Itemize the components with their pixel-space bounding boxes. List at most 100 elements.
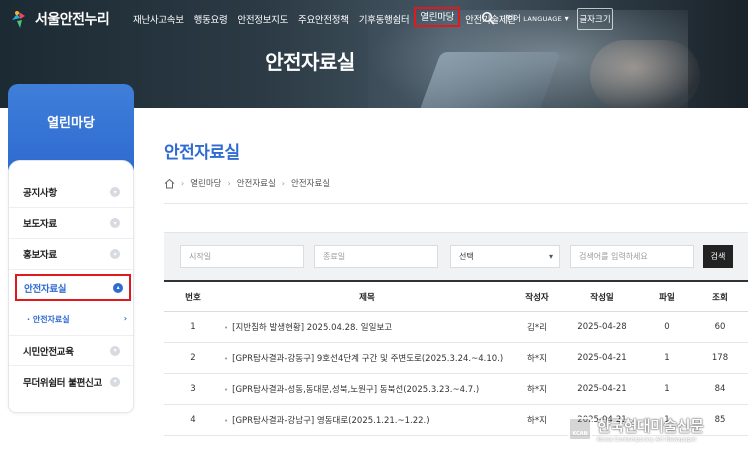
sidebar-menu: 공지사항 ▾ 보도자료 ▾ 홍보자료 ▾ 안전자료실 ▴ · 안전자료실 › 시… <box>8 160 134 413</box>
row-no: 2 <box>190 353 196 363</box>
search-filter-bar: 시작일 종료일 선택 ▾ 검색어를 입력하세요 검색 <box>164 232 748 280</box>
breadcrumb: › 열린마당 › 안전자료실 › 안전자료실 <box>164 177 330 189</box>
start-date-input[interactable]: 시작일 <box>180 245 304 268</box>
breadcrumb-item-current: 안전자료실 <box>291 179 331 189</box>
sidebar-subitem-label: · 안전자료실 <box>27 315 70 324</box>
sidebar-item-notices[interactable]: 공지사항 ▾ <box>9 177 133 208</box>
header-author: 작성자 <box>525 292 549 303</box>
header-views: 조회 <box>712 292 728 303</box>
watermark-text: 한국현대미술신문 Korea Contemporary Art Newspape… <box>597 415 704 443</box>
row-views: 60 <box>714 322 726 332</box>
row-author: 하*지 <box>527 354 547 364</box>
row-author: 김*리 <box>527 323 547 333</box>
language-selector[interactable]: 언어 LANGUAGE ▾ <box>506 13 569 24</box>
row-title: [지반침하 발생현황] 2025.04.28. 일일보고 <box>232 323 393 333</box>
sidebar-item-promotion[interactable]: 홍보자료 ▾ <box>9 239 133 270</box>
logo-text: 서울안전누리 <box>35 12 110 28</box>
sidebar-item-heat-shelter-report[interactable]: 무더위쉼터 불편신고 ▾ <box>9 366 133 397</box>
site-logo[interactable]: 서울안전누리 <box>8 8 110 30</box>
chevron-down-icon: ▾ <box>110 218 120 228</box>
sidebar-item-press[interactable]: 보도자료 ▾ <box>9 208 133 239</box>
nav-item-disaster-news[interactable]: 재난사고속보 <box>128 10 189 28</box>
chevron-down-icon: ▾ <box>110 376 120 387</box>
nav-item-climate-shelter[interactable]: 기후동행쉼터 <box>354 10 415 28</box>
bullet-icon: • <box>224 417 229 425</box>
watermark-korean: 한국현대미술신문 <box>597 417 704 435</box>
breadcrumb-separator: › <box>281 178 285 188</box>
nav-item-open-forum[interactable]: 열린마당 <box>414 7 461 27</box>
watermark-english: Korea Contemporary Art Newspaper <box>597 437 697 443</box>
end-date-input[interactable]: 종료일 <box>314 245 438 268</box>
row-title: [GPR탐사결과-성동,동대문,성북,노원구] 동북선(2025.3.23.~4… <box>232 385 480 395</box>
sidebar-item-label: 안전자료실 <box>24 283 67 295</box>
newspaper-watermark: KCAN 한국현대미술신문 Korea Contemporary Art New… <box>568 408 746 450</box>
row-title-link[interactable]: • [지반침하 발생현황] 2025.04.28. 일일보고 <box>222 321 512 333</box>
row-views: 178 <box>711 353 729 363</box>
row-no: 1 <box>190 322 196 332</box>
search-button[interactable]: 검색 <box>703 245 733 268</box>
keyword-search-input[interactable]: 검색어를 입력하세요 <box>570 245 694 268</box>
category-select-value: 선택 <box>459 252 474 261</box>
row-no: 4 <box>190 415 196 425</box>
header-no: 번호 <box>185 292 201 303</box>
nav-item-policies[interactable]: 주요안전정책 <box>293 10 354 28</box>
category-select[interactable]: 선택 ▾ <box>450 245 560 268</box>
row-no: 3 <box>190 384 196 394</box>
row-title-link[interactable]: • [GPR탐사결과-강동구] 9호선4단계 구간 및 주변도로(2025.3.2… <box>222 352 512 364</box>
breadcrumb-item[interactable]: 안전자료실 <box>237 177 276 189</box>
chevron-up-icon: ▴ <box>113 282 123 293</box>
row-title: [GPR탐사결과-강동구] 9호선4단계 구간 및 주변도로(2025.3.24… <box>232 354 504 364</box>
breadcrumb-item[interactable]: 열린마당 <box>190 177 221 189</box>
breadcrumb-separator: › <box>181 178 185 188</box>
nav-item-safety-map[interactable]: 안전정보지도 <box>232 10 293 28</box>
row-title: [GPR탐사결과-강남구] 영동대로(2025.1.21.~1.22.) <box>232 416 430 426</box>
bullet-icon: • <box>224 324 229 332</box>
divider <box>164 203 748 204</box>
bullet-icon: • <box>224 355 229 363</box>
sidebar-subitem-safety-archive[interactable]: · 안전자료실 › <box>27 314 127 325</box>
row-title-link[interactable]: • [GPR탐사결과-성동,동대문,성북,노원구] 동북선(2025.3.23.~… <box>222 383 512 395</box>
chevron-down-icon: ▾ <box>110 249 120 259</box>
sidebar-item-safety-archive[interactable]: 안전자료실 ▴ <box>15 274 131 301</box>
table-row[interactable]: 1 • [지반침하 발생현황] 2025.04.28. 일일보고 김*리 2025… <box>164 312 748 343</box>
sidebar-item-label: 시민안전교육 <box>23 346 74 358</box>
sidebar-title: 열린마당 <box>8 84 134 170</box>
header-title: 제목 <box>359 292 375 303</box>
table-row[interactable]: 3 • [GPR탐사결과-성동,동대문,성북,노원구] 동북선(2025.3.23… <box>164 374 748 405</box>
hero-title: 안전자료실 <box>265 50 355 74</box>
main-nav: 재난사고속보 행동요령 안전정보지도 주요안전정책 기후동행쉼터 열린마당 안전… <box>128 7 521 28</box>
sidebar-subitem-text: 안전자료실 <box>32 315 70 324</box>
chevron-down-icon: ▾ <box>110 187 120 197</box>
page-title: 안전자료실 <box>164 143 240 163</box>
breadcrumb-separator: › <box>227 178 231 188</box>
chevron-down-icon: ▾ <box>564 14 569 23</box>
row-author: 하*지 <box>527 416 547 426</box>
table-row[interactable]: 2 • [GPR탐사결과-강동구] 9호선4단계 구간 및 주변도로(2025.3… <box>164 343 748 374</box>
row-title-link[interactable]: • [GPR탐사결과-강남구] 영동대로(2025.1.21.~1.22.) <box>222 414 512 426</box>
header-date: 작성일 <box>590 292 614 303</box>
watermark-logo-icon: KCAN <box>568 417 592 441</box>
row-date: 2025-04-28 <box>577 322 627 332</box>
search-icon[interactable] <box>481 11 495 25</box>
row-file-count: 1 <box>664 384 670 394</box>
nav-item-guidelines[interactable]: 행동요령 <box>189 10 233 28</box>
sidebar-item-label: 공지사항 <box>23 188 57 199</box>
sidebar-item-label: 무더위쉼터 불편신고 <box>23 377 102 389</box>
row-file-count: 0 <box>664 322 670 332</box>
row-views: 84 <box>714 384 726 394</box>
row-file-count: 1 <box>664 353 670 363</box>
sidebar-item-citizen-education[interactable]: 시민안전교육 ▾ <box>9 335 133 366</box>
language-label: 언어 <box>506 14 521 23</box>
table-header: 번호 제목 작성자 작성일 파일 조회 <box>164 280 748 312</box>
font-size-button[interactable]: 글자크기 <box>577 8 613 30</box>
home-icon[interactable] <box>164 178 175 189</box>
sidebar-item-label: 보도자료 <box>23 219 57 230</box>
chevron-down-icon: ▾ <box>110 345 120 356</box>
bullet-icon: • <box>224 386 229 394</box>
row-author: 하*지 <box>527 385 547 395</box>
language-label-en: LANGUAGE <box>523 15 563 23</box>
logo-icon <box>12 11 25 28</box>
row-date: 2025-04-21 <box>577 384 627 394</box>
row-date: 2025-04-21 <box>577 353 627 363</box>
sidebar-item-label: 홍보자료 <box>23 250 57 261</box>
